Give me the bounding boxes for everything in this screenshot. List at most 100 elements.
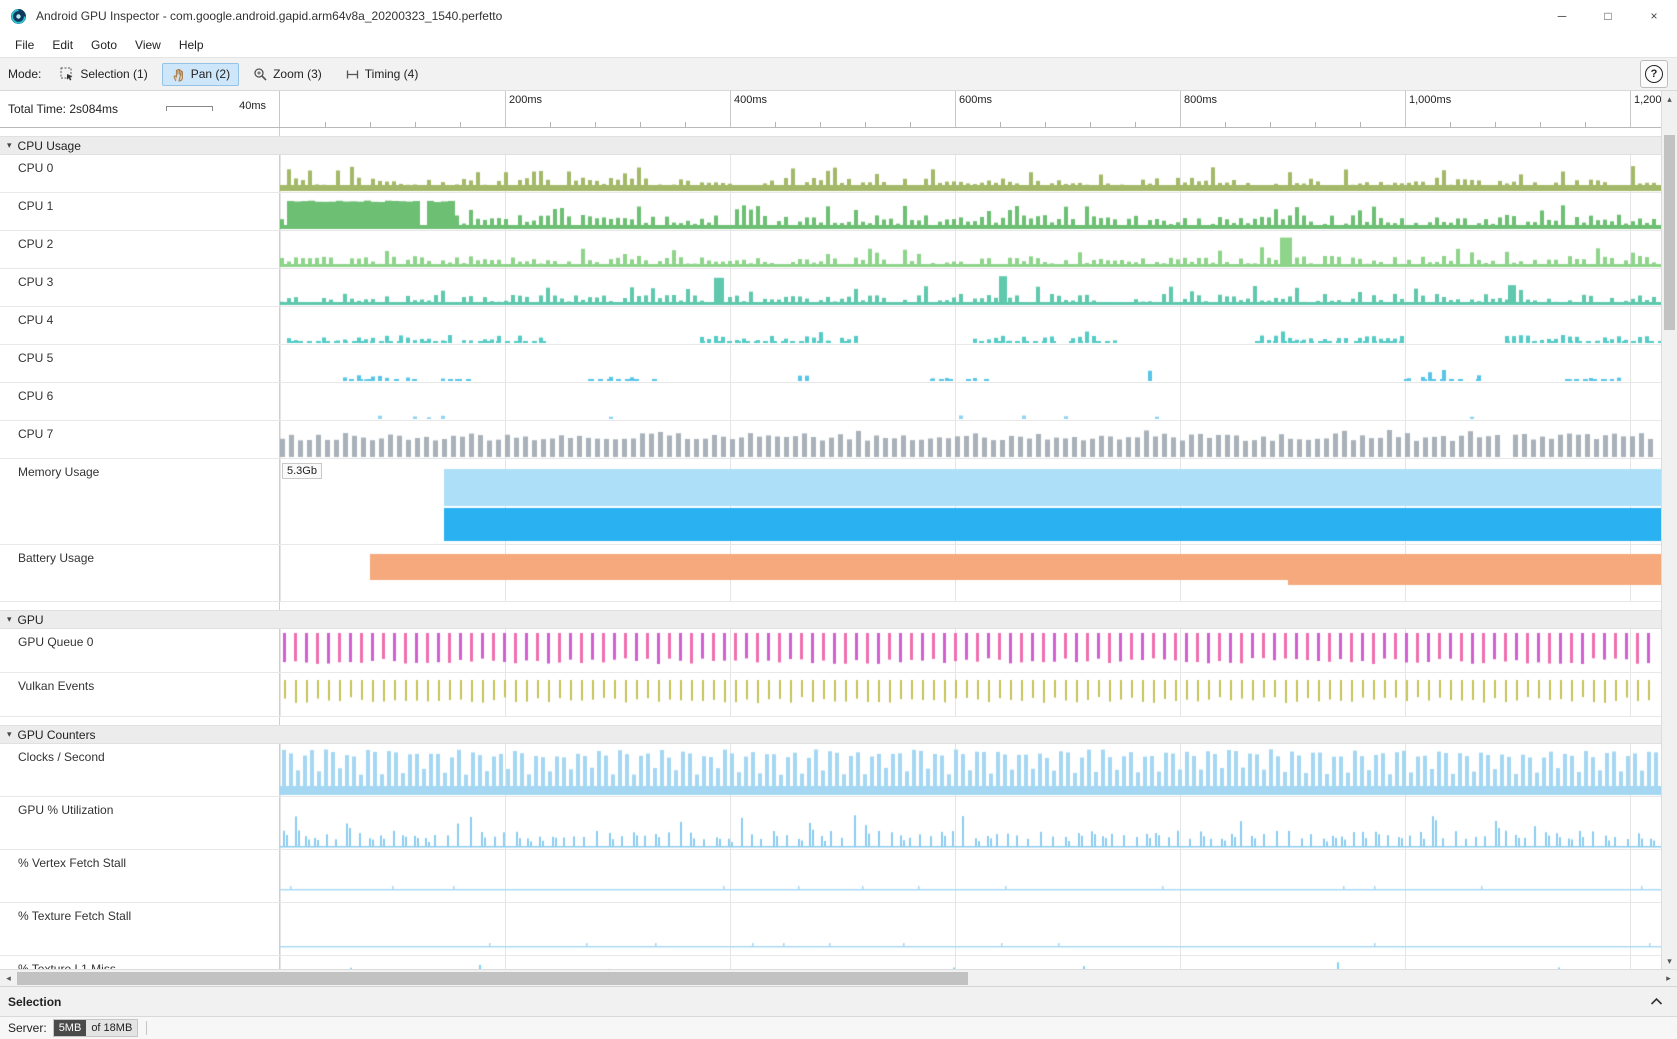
track-plot[interactable]: [280, 155, 1661, 192]
vertical-scroll-thumb[interactable]: [1664, 135, 1675, 330]
track-label[interactable]: CPU 2: [0, 231, 280, 268]
track-label[interactable]: Vulkan Events: [0, 673, 280, 716]
scroll-right-icon[interactable]: ▸: [1660, 970, 1677, 986]
track-cpu-1: CPU 1: [0, 193, 1661, 231]
track-label[interactable]: CPU 6: [0, 383, 280, 420]
track-label[interactable]: % Texture L1 Miss: [0, 956, 280, 969]
help-icon: ?: [1645, 65, 1663, 83]
track-label[interactable]: % Vertex Fetch Stall: [0, 850, 280, 902]
track-plot[interactable]: [280, 956, 1661, 969]
scale-bracket: [166, 106, 213, 111]
menu-edit[interactable]: Edit: [43, 34, 82, 56]
track-label[interactable]: % Texture Fetch Stall: [0, 903, 280, 955]
track-cpu-0: CPU 0: [0, 155, 1661, 193]
ruler-minor-tick: [325, 122, 326, 127]
track-label[interactable]: Memory Usage: [0, 459, 280, 544]
close-button[interactable]: ×: [1631, 0, 1677, 32]
maximize-button[interactable]: □: [1585, 0, 1631, 32]
ruler-minor-tick: [1450, 122, 1451, 127]
track-label[interactable]: Battery Usage: [0, 545, 280, 601]
ruler-gridline: [1405, 91, 1406, 127]
track-canvas: [280, 193, 1661, 230]
track-vertex-fetch-stall: % Vertex Fetch Stall: [0, 850, 1661, 903]
track-plot[interactable]: [280, 383, 1661, 420]
ruler-gridline: [505, 91, 506, 127]
ruler-ticks[interactable]: 200ms400ms600ms800ms1,000ms1,200ms: [280, 91, 1661, 127]
track-cpu-6: CPU 6: [0, 383, 1661, 421]
collapse-caret-icon: ▾: [7, 615, 12, 624]
track-label[interactable]: CPU 7: [0, 421, 280, 458]
track-label[interactable]: CPU 0: [0, 155, 280, 192]
track-label[interactable]: Clocks / Second: [0, 744, 280, 796]
ruler-minor-tick: [1090, 122, 1091, 127]
track-plot[interactable]: [280, 903, 1661, 955]
ruler-minor-tick: [1045, 122, 1046, 127]
mode-button-pan[interactable]: Pan (2): [162, 63, 239, 86]
horizontal-scrollbar[interactable]: ◂ ▸: [0, 969, 1677, 986]
track-canvas: [280, 155, 1661, 192]
horizontal-scroll-thumb[interactable]: [17, 972, 968, 985]
section-header-gpu[interactable]: ▾GPU: [0, 610, 1661, 629]
vertical-scrollbar[interactable]: ▴ ▾: [1661, 91, 1677, 969]
track-canvas: [280, 345, 1661, 382]
zoom-icon: [253, 67, 268, 82]
ruler-minor-tick: [1315, 122, 1316, 127]
mode-button-label: Zoom (3): [273, 67, 322, 81]
mode-button-selection[interactable]: Selection (1): [51, 63, 156, 86]
track-gpu-queue-0: GPU Queue 0: [0, 629, 1661, 673]
track-canvas: [280, 307, 1661, 344]
minimize-button[interactable]: ─: [1539, 0, 1585, 32]
track-label[interactable]: CPU 3: [0, 269, 280, 306]
track-plot[interactable]: [280, 629, 1661, 672]
ruler-gridline: [730, 91, 731, 127]
track-battery-usage: Battery Usage: [0, 545, 1661, 602]
section-header-gpu-counters[interactable]: ▾GPU Counters: [0, 725, 1661, 744]
statusbar: Server: 5MB of 18MB: [0, 1016, 1677, 1039]
track-label[interactable]: CPU 4: [0, 307, 280, 344]
scroll-left-icon[interactable]: ◂: [0, 970, 17, 986]
scroll-down-icon[interactable]: ▾: [1662, 953, 1677, 969]
scroll-up-icon[interactable]: ▴: [1662, 91, 1677, 107]
mode-button-label: Pan (2): [191, 67, 230, 81]
section-header-cpu-usage[interactable]: ▾CPU Usage: [0, 136, 1661, 155]
app-logo-icon: [10, 8, 27, 25]
track-plot[interactable]: [280, 231, 1661, 268]
menu-file[interactable]: File: [6, 34, 43, 56]
track-plot[interactable]: [280, 744, 1661, 796]
mode-button-zoom[interactable]: Zoom (3): [244, 63, 331, 86]
track-plot[interactable]: [280, 797, 1661, 849]
mode-label: Mode:: [8, 67, 41, 81]
menu-goto[interactable]: Goto: [82, 34, 126, 56]
track-plot[interactable]: [280, 673, 1661, 716]
selection-panel-header[interactable]: Selection: [0, 986, 1677, 1016]
help-button[interactable]: ?: [1640, 60, 1668, 88]
memory-value-label: 5.3Gb: [282, 463, 322, 479]
menu-help[interactable]: Help: [170, 34, 213, 56]
mode-button-timing[interactable]: Timing (4): [336, 63, 428, 86]
track-cpu-3: CPU 3: [0, 269, 1661, 307]
section-title: CPU Usage: [18, 139, 81, 153]
track-canvas: [280, 956, 1661, 969]
mode-buttons: Selection (1) Pan (2) Zoom (3) Timing (4): [51, 63, 432, 86]
track-plot[interactable]: [280, 193, 1661, 230]
track-canvas: [280, 850, 1661, 902]
track-label[interactable]: CPU 1: [0, 193, 280, 230]
track-plot[interactable]: [280, 850, 1661, 902]
track-plot[interactable]: [280, 345, 1661, 382]
track-cpu-2: CPU 2: [0, 231, 1661, 269]
track-plot[interactable]: 5.3Gb: [280, 459, 1661, 544]
track-label[interactable]: GPU % Utilization: [0, 797, 280, 849]
ruler-tick-label: 1,200ms: [1634, 94, 1661, 106]
ruler-minor-tick: [370, 122, 371, 127]
track-plot[interactable]: [280, 545, 1661, 601]
track-texture-l1-miss: % Texture L1 Miss: [0, 956, 1661, 969]
titlebar: Android GPU Inspector - com.google.andro…: [0, 0, 1677, 32]
collapse-chevron-icon[interactable]: [1650, 997, 1663, 1006]
track-label[interactable]: GPU Queue 0: [0, 629, 280, 672]
menu-view[interactable]: View: [126, 34, 170, 56]
track-plot[interactable]: [280, 421, 1661, 458]
track-plot[interactable]: [280, 269, 1661, 306]
track-canvas: [280, 459, 1661, 544]
track-plot[interactable]: [280, 307, 1661, 344]
track-label[interactable]: CPU 5: [0, 345, 280, 382]
